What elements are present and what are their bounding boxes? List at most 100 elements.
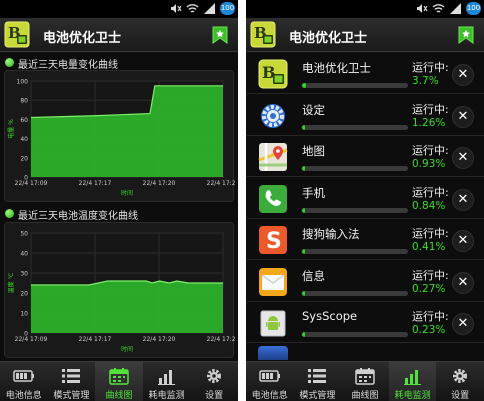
- nav-tab[interactable]: 耗电监测: [143, 362, 191, 401]
- usage-bar-fill: [302, 83, 306, 88]
- nav-tab-label: 耗电监测: [148, 391, 185, 401]
- wifi-icon: [432, 4, 445, 13]
- running-app-list[interactable]: B 电池优化卫士 运行中: 3.7% ✕ 设定 运行中: 1.26% ✕ 地图 运行中: 0.93% ✕…: [246, 53, 484, 361]
- battery-temp-section-header: 最近三天电池温度变化曲线: [2, 205, 236, 223]
- close-icon[interactable]: ✕: [452, 147, 474, 169]
- section-bullet-icon: [5, 58, 14, 67]
- battery-temp-chart: 50 40 30 20 10 0 22/4 17:09 22/4 17:17 22/4 17:2…: [4, 222, 235, 358]
- nav-tab-label: 模式管理: [53, 391, 90, 401]
- section-bullet-icon: [5, 209, 14, 218]
- svg-text:S: S: [266, 229, 282, 254]
- maps-icon: [258, 143, 288, 171]
- usage-bar: [302, 83, 408, 88]
- nav-tab[interactable]: 曲线图: [95, 362, 143, 401]
- nav-tab-label: 曲线图: [105, 391, 133, 401]
- usage-bar-fill: [302, 290, 306, 296]
- running-status: 运行中:: [412, 144, 449, 157]
- list-icon: [308, 369, 327, 383]
- app-row[interactable]: 设定 运行中: 1.26% ✕: [246, 95, 484, 136]
- x-axis-label: 时间: [121, 345, 133, 353]
- usage-percent: 1.26%: [412, 116, 446, 129]
- x-tick-label: 22/4 17:26: [207, 336, 235, 343]
- x-tick-label: 22/4 17:09: [15, 180, 48, 187]
- app-row[interactable]: 手机 运行中: 0.84% ✕: [246, 178, 484, 219]
- usage-percent: 0.27%: [412, 282, 446, 295]
- usage-bar-fill: [302, 166, 306, 171]
- status-bar: 100: [0, 0, 238, 18]
- close-icon[interactable]: ✕: [452, 313, 474, 335]
- app-row[interactable]: SysScope 运行中: 0.23% ✕: [246, 302, 484, 343]
- wifi-icon: [186, 4, 199, 13]
- x-tick-label: 22/4 17:26: [207, 180, 235, 187]
- app-row[interactable]: 信息 运行中: 0.27% ✕: [246, 261, 484, 302]
- app-row[interactable]: S 搜狗输入法 运行中: 0.41% ✕: [246, 219, 484, 260]
- title-bar: B 电池优化卫士: [246, 18, 484, 52]
- close-icon[interactable]: ✕: [452, 105, 474, 128]
- usage-bar: [302, 332, 408, 337]
- app-title: 电池优化卫士: [289, 31, 368, 46]
- signal-icon: [204, 3, 215, 14]
- y-tick-label: 40: [20, 136, 28, 143]
- signal-icon: [450, 3, 461, 14]
- usage-percent: 0.84%: [412, 199, 446, 212]
- bar-chart-icon: [157, 370, 175, 385]
- battery-icon: [259, 370, 280, 382]
- usage-percent: 0.41%: [412, 241, 446, 253]
- running-status: 运行中:: [412, 227, 449, 240]
- usage-bar-fill: [302, 207, 306, 213]
- running-status: 运行中:: [412, 185, 449, 199]
- x-tick-label: 22/4 17:17: [79, 180, 112, 187]
- curve-screen: 100 B 电池优化卫士 最近三天电量变化曲线 100 80 60 40 20 0 22/4…: [0, 0, 238, 401]
- battery-level-badge: 100: [466, 2, 481, 15]
- sogou-input-icon: S: [259, 226, 287, 254]
- x-axis-label: 时间: [121, 189, 133, 197]
- y-tick-label: 20: [20, 291, 28, 298]
- app-name: 设定: [302, 102, 325, 117]
- nav-tab[interactable]: 曲线图: [341, 362, 389, 401]
- x-tick-label: 22/4 17:09: [15, 336, 48, 343]
- usage-bar: [302, 166, 408, 171]
- nav-tab[interactable]: 设置: [190, 362, 238, 401]
- bookmark-icon[interactable]: [212, 26, 228, 44]
- nav-tab[interactable]: 耗电监测: [388, 362, 437, 401]
- battery-icon: [13, 370, 34, 382]
- nav-tab[interactable]: 模式管理: [294, 362, 342, 401]
- bookmark-icon[interactable]: [458, 26, 474, 44]
- usage-percent: 0.93%: [412, 158, 446, 170]
- close-icon[interactable]: ✕: [452, 230, 474, 252]
- y-axis-label: 电量 %: [7, 119, 15, 139]
- running-status: 运行中:: [412, 61, 449, 74]
- nav-tab-label: 电池信息: [5, 391, 42, 401]
- area-series: [31, 281, 223, 333]
- messages-icon: [259, 267, 287, 296]
- close-icon[interactable]: ✕: [452, 271, 474, 294]
- app-name: SysScope: [302, 309, 358, 323]
- nav-tab[interactable]: 电池信息: [246, 362, 294, 401]
- app-row[interactable]: 地图 运行中: 0.93% ✕: [246, 136, 484, 177]
- app-name: 电池优化卫士: [302, 61, 371, 75]
- usage-bar: [302, 290, 408, 296]
- list-icon: [62, 369, 81, 383]
- nav-tab[interactable]: 模式管理: [48, 362, 96, 401]
- nav-tab-label: 耗电监测: [394, 391, 431, 401]
- y-tick-label: 40: [20, 251, 28, 258]
- bottom-nav: 电池信息 模式管理 曲线图 耗电监测 设置: [246, 361, 484, 401]
- mute-icon: [171, 4, 182, 13]
- bar-chart-icon: [403, 370, 421, 385]
- nav-tab[interactable]: 设置: [436, 362, 484, 401]
- section-title: 最近三天电量变化曲线: [18, 60, 118, 71]
- nav-tab-label: 曲线图: [351, 391, 379, 401]
- app-title: 电池优化卫士: [43, 31, 122, 46]
- battery-level-badge: 100: [220, 2, 235, 15]
- usage-bar-fill: [302, 124, 306, 130]
- app-name: 手机: [302, 185, 325, 200]
- running-status: 运行中:: [412, 268, 449, 282]
- gear-icon: [207, 369, 222, 383]
- app-row[interactable]: B 电池优化卫士 运行中: 3.7% ✕: [246, 53, 484, 94]
- close-icon[interactable]: ✕: [452, 64, 474, 86]
- usage-bar: [302, 249, 408, 254]
- close-icon[interactable]: ✕: [452, 188, 474, 211]
- nav-tab[interactable]: 电池信息: [0, 362, 48, 401]
- x-tick-label: 22/4 17:20: [143, 336, 176, 343]
- battery-level-chart-svg: 10080604020022/4 17:09 22/4 17:17 22/4 17:…: [7, 79, 235, 198]
